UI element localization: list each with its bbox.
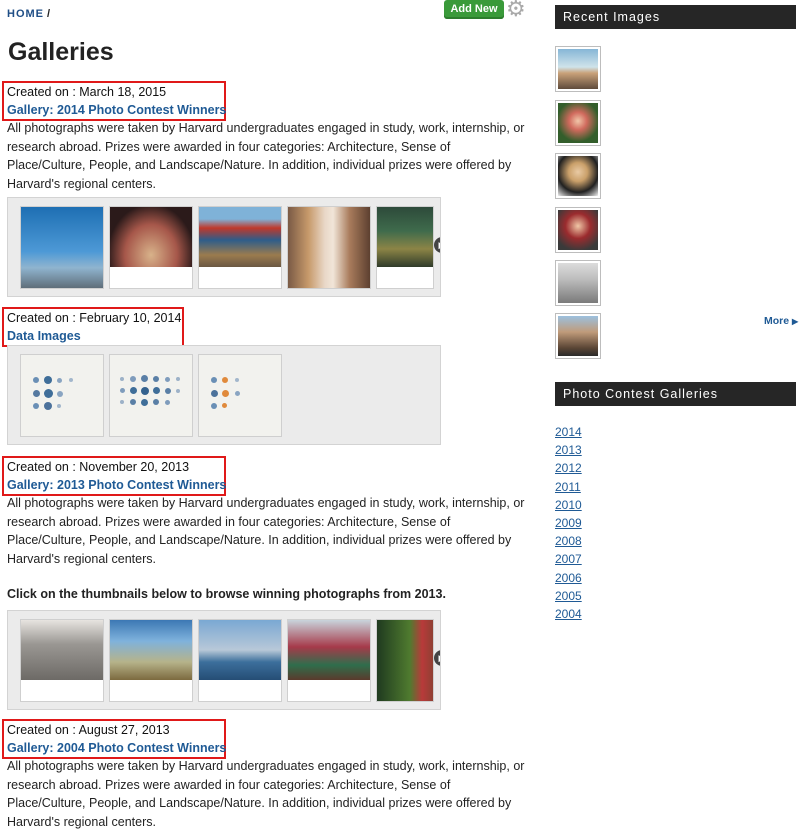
gallery-title-link[interactable]: Gallery: 2013 Photo Contest Winners bbox=[7, 476, 226, 494]
recent-image-thumbnail[interactable] bbox=[555, 207, 601, 253]
recent-image-thumbnail[interactable] bbox=[555, 46, 601, 92]
gallery-thumbnail[interactable] bbox=[109, 619, 193, 702]
gallery-thumbnail[interactable] bbox=[109, 206, 193, 289]
contest-year-link[interactable]: 2014 bbox=[555, 425, 582, 439]
recent-images-heading: Recent Images bbox=[555, 5, 796, 29]
thumbnail-strip: ▶ bbox=[7, 610, 441, 710]
entry-created-date: Created on : August 27, 2013 bbox=[7, 723, 170, 737]
thumbnail-strip: ▶ bbox=[7, 197, 441, 297]
data-image-thumbnail[interactable] bbox=[109, 354, 193, 437]
entry-created-date: Created on : March 18, 2015 bbox=[7, 85, 167, 99]
contest-year-link[interactable]: 2009 bbox=[555, 516, 582, 530]
gallery-instruction: Click on the thumbnails below to browse … bbox=[7, 587, 446, 601]
next-arrow-icon[interactable]: ▶ bbox=[434, 650, 440, 666]
gear-icon[interactable]: ⚙ bbox=[506, 0, 528, 20]
breadcrumb: HOME / bbox=[7, 8, 51, 20]
triangle-right-icon: ▶ bbox=[792, 317, 799, 326]
contest-year-link[interactable]: 2012 bbox=[555, 461, 582, 475]
gallery-thumbnail[interactable] bbox=[198, 206, 282, 289]
recent-image-thumbnail[interactable] bbox=[555, 100, 601, 146]
data-image-thumbnail[interactable] bbox=[198, 354, 282, 437]
breadcrumb-home-link[interactable]: HOME bbox=[7, 8, 44, 20]
breadcrumb-separator: / bbox=[47, 8, 52, 20]
contest-year-link[interactable]: 2007 bbox=[555, 552, 582, 566]
contest-year-link[interactable]: 2013 bbox=[555, 443, 582, 457]
contest-year-link[interactable]: 2008 bbox=[555, 534, 582, 548]
gallery-thumbnail[interactable] bbox=[198, 619, 282, 702]
gallery-thumbnail[interactable] bbox=[376, 619, 434, 702]
entry-created-date: Created on : February 10, 2014 bbox=[7, 311, 182, 325]
gallery-description: All photographs were taken by Harvard un… bbox=[7, 759, 525, 829]
gallery-thumbnail[interactable] bbox=[20, 619, 104, 702]
entry-created-date: Created on : November 20, 2013 bbox=[7, 460, 190, 474]
more-link[interactable]: More ▶ bbox=[764, 315, 798, 327]
gallery-entry-header: Created on : February 10, 2014 Data Imag… bbox=[2, 307, 184, 347]
gallery-thumbnail[interactable] bbox=[287, 206, 371, 289]
gallery-entry-header: Created on : November 20, 2013 Gallery: … bbox=[2, 456, 226, 496]
data-image-thumbnail[interactable] bbox=[20, 354, 104, 437]
more-label: More bbox=[764, 315, 790, 327]
contest-year-link[interactable]: 2006 bbox=[555, 571, 582, 585]
next-arrow-icon[interactable]: ▶ bbox=[434, 237, 440, 253]
recent-image-thumbnail[interactable] bbox=[555, 260, 601, 306]
contest-year-link[interactable]: 2005 bbox=[555, 589, 582, 603]
recent-image-thumbnail[interactable] bbox=[555, 313, 601, 359]
gallery-entry-header: Created on : March 18, 2015 Gallery: 201… bbox=[2, 81, 226, 121]
gallery-title-link[interactable]: Gallery: 2014 Photo Contest Winners bbox=[7, 101, 226, 119]
contest-year-link[interactable]: 2011 bbox=[555, 480, 581, 494]
add-new-button[interactable]: Add New bbox=[444, 0, 504, 19]
page-title: Galleries bbox=[8, 38, 114, 66]
gallery-description: All photographs were taken by Harvard un… bbox=[7, 496, 525, 566]
gallery-description: All photographs were taken by Harvard un… bbox=[7, 121, 525, 191]
gallery-title-link[interactable]: Gallery: 2004 Photo Contest Winners bbox=[7, 739, 226, 757]
recent-image-thumbnail[interactable] bbox=[555, 153, 601, 199]
contest-year-link[interactable]: 2010 bbox=[555, 498, 582, 512]
gallery-thumbnail[interactable] bbox=[287, 619, 371, 702]
contest-year-link[interactable]: 2004 bbox=[555, 607, 582, 621]
photo-contest-heading: Photo Contest Galleries bbox=[555, 382, 796, 406]
gallery-title-link[interactable]: Data Images bbox=[7, 327, 179, 345]
gallery-entry-header: Created on : August 27, 2013 Gallery: 20… bbox=[2, 719, 226, 759]
thumbnail-strip bbox=[7, 345, 441, 445]
gallery-thumbnail[interactable] bbox=[376, 206, 434, 289]
gallery-thumbnail[interactable] bbox=[20, 206, 104, 289]
